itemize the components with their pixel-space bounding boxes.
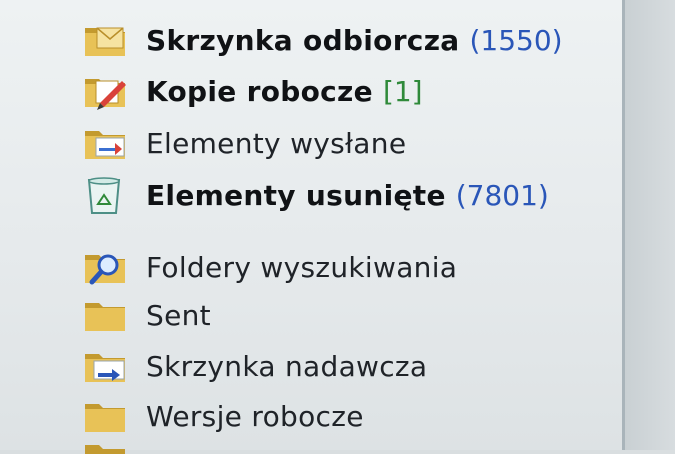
- folder-label: Foldery wyszukiwania: [146, 250, 458, 284]
- folder-icon: [82, 440, 130, 454]
- folder-label: Skrzynka nadawcza: [146, 349, 428, 383]
- folder-label: Kopie robocze: [146, 74, 373, 108]
- drafts-folder-icon: [82, 71, 132, 111]
- folder-label: Wersje robocze: [146, 399, 364, 433]
- folder-item-sent[interactable]: Sent: [82, 293, 612, 337]
- folder-item-drafts[interactable]: Kopie robocze [1]: [82, 69, 612, 113]
- folder-label: Sent: [146, 298, 211, 332]
- folder-icon: [82, 396, 132, 436]
- right-pane-edge: [625, 0, 675, 450]
- unread-count: (7801): [455, 178, 549, 212]
- folder-icon: [82, 295, 132, 335]
- outbox-folder-icon: [82, 346, 132, 386]
- folder-item-sent-items[interactable]: Elementy wysłane: [82, 121, 612, 165]
- search-folder-icon: [82, 247, 132, 287]
- folder-label: Elementy usunięte: [146, 178, 446, 212]
- unread-count: (1550): [469, 23, 563, 57]
- folder-item-search-folders[interactable]: Foldery wyszukiwania: [82, 245, 612, 289]
- folder-item-wersje-robocze[interactable]: Wersje robocze: [82, 394, 612, 438]
- folder-item-inbox[interactable]: Skrzynka odbiorcza (1550): [82, 18, 612, 62]
- inbox-folder-icon: [82, 20, 132, 60]
- folder-label: Skrzynka odbiorcza: [146, 23, 460, 57]
- folder-item-outbox[interactable]: Skrzynka nadawcza: [82, 344, 612, 388]
- folder-item-deleted-items[interactable]: Elementy usunięte (7801): [82, 173, 612, 217]
- folder-label: Elementy wysłane: [146, 126, 407, 160]
- draft-count: [1]: [382, 74, 423, 108]
- deleted-items-icon: [82, 175, 132, 215]
- sent-folder-icon: [82, 123, 132, 163]
